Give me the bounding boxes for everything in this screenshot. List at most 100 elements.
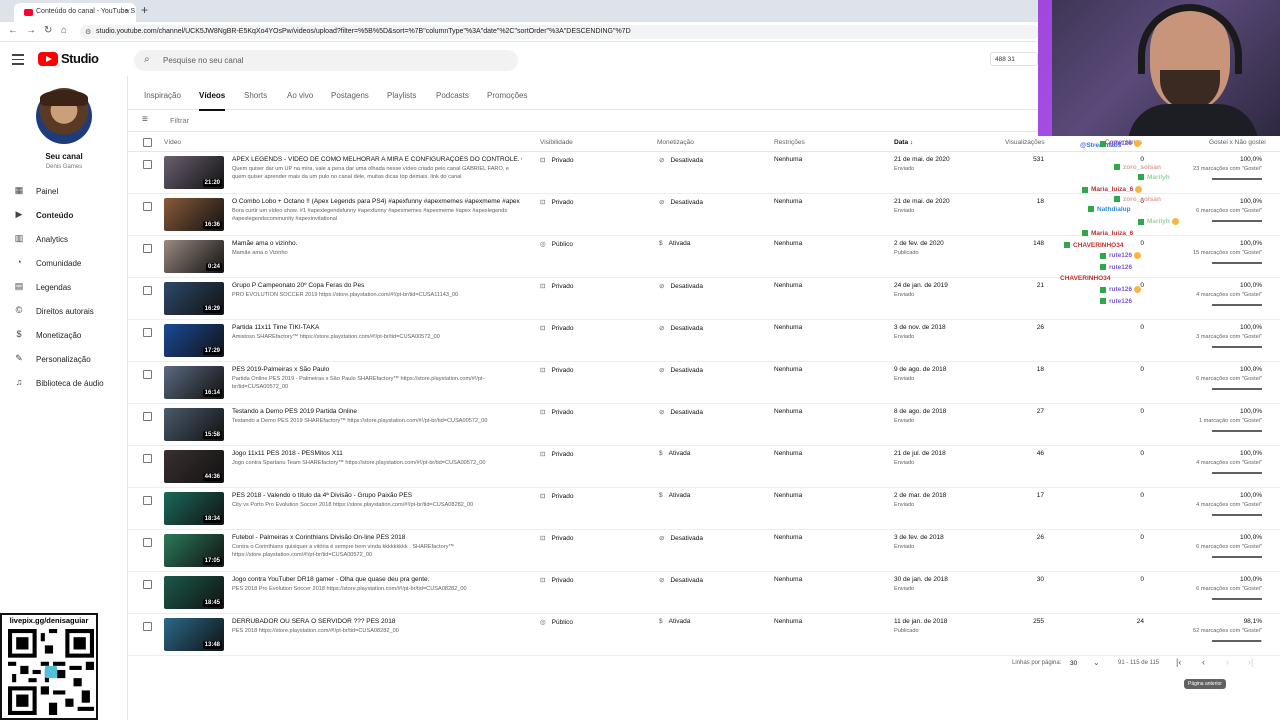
video-thumbnail[interactable]: 21:20 [164, 156, 224, 189]
tab-0[interactable]: Inspiração [144, 91, 181, 100]
filter-icon[interactable]: ≡ [142, 114, 148, 125]
row-checkbox[interactable] [143, 244, 152, 253]
row-checkbox[interactable] [143, 454, 152, 463]
search-input[interactable]: ⌕ Pesquise no seu canal [134, 50, 518, 71]
col-likes[interactable]: Gostei x Não gostei [1209, 139, 1266, 146]
reload-icon[interactable]: ↻ [44, 25, 52, 36]
video-thumbnail[interactable]: 13:48 [164, 618, 224, 651]
sidebar-item-subtitles[interactable]: ▤ Legendas [12, 281, 122, 295]
visibility-cell[interactable]: ⊡ Privado [540, 450, 574, 458]
row-checkbox[interactable] [143, 538, 152, 547]
sidebar-item-audio-library[interactable]: ♫ Biblioteca de áudio [12, 377, 122, 391]
sidebar-item-content[interactable]: ▶ Conteúdo [12, 209, 122, 223]
video-thumbnail[interactable]: 17:29 [164, 324, 224, 357]
video-thumbnail[interactable]: 16:14 [164, 366, 224, 399]
visibility-cell[interactable]: ⊡ Privado [540, 198, 574, 206]
video-title[interactable]: PES 2018 - Valendo o título da 4ª Divisã… [232, 492, 522, 499]
video-thumbnail[interactable]: 0:24 [164, 240, 224, 273]
forward-icon[interactable]: → [26, 25, 36, 36]
home-icon[interactable]: ⌂ [61, 25, 67, 36]
monetization-cell[interactable]: ⊘ Desativada [659, 198, 703, 206]
video-thumbnail[interactable]: 15:58 [164, 408, 224, 441]
tab-1[interactable]: Vídeos [199, 91, 226, 111]
visibility-cell[interactable]: ⊡ Privado [540, 492, 574, 500]
monetization-cell[interactable]: ⊘ Desativada [659, 408, 703, 416]
col-views[interactable]: Visualizações [1005, 139, 1045, 146]
url-field[interactable]: ⚙ studio.youtube.com/channel/UCK5JW8NgBR… [80, 25, 1040, 39]
site-info-icon[interactable]: ⚙ [85, 28, 91, 36]
video-thumbnail[interactable]: 18:34 [164, 492, 224, 525]
video-thumbnail[interactable]: 16:36 [164, 198, 224, 231]
visibility-cell[interactable]: ⊡ Privado [540, 324, 574, 332]
browser-tab[interactable]: Conteúdo do canal - YouTube S × [14, 3, 136, 22]
video-title[interactable]: Jogo contra YouTuber DR18 gamer - Olha q… [232, 576, 522, 583]
sidebar-item-monetization[interactable]: $ Monetização [12, 329, 122, 343]
monetization-cell[interactable]: $ Ativada [659, 240, 690, 247]
select-all-checkbox[interactable] [143, 138, 152, 147]
first-page-icon[interactable]: |‹ [1176, 657, 1181, 667]
video-title[interactable]: APEX LEGENDS - VÍDEO DE COMO MELHORAR A … [232, 156, 522, 163]
tab-7[interactable]: Promoções [487, 91, 527, 100]
menu-icon[interactable] [12, 54, 24, 68]
visibility-cell[interactable]: ⊡ Privado [540, 534, 574, 542]
video-thumbnail[interactable]: 16:29 [164, 282, 224, 315]
video-thumbnail[interactable]: 18:45 [164, 576, 224, 609]
tab-2[interactable]: Shorts [244, 91, 267, 100]
monetization-cell[interactable]: $ Ativada [659, 450, 690, 457]
sidebar-item-analytics[interactable]: ▥ Analytics [12, 233, 122, 247]
video-title[interactable]: Futebol - Palmeiras x CorinthIans Divisã… [232, 534, 522, 541]
visibility-cell[interactable]: ⊡ Privado [540, 576, 574, 584]
video-title[interactable]: DERRUBADOR OU SERÁ O SERVIDOR ??? PES 20… [232, 618, 522, 625]
video-title[interactable]: Partida 11x11 Time TIKI-TAKA [232, 324, 522, 331]
back-icon[interactable]: ← [8, 25, 18, 36]
sidebar-item-customization[interactable]: ✎ Personalização [12, 353, 122, 367]
table-row[interactable]: 44:36 Jogo 11x11 PES 2018 - PESMitos X11 J… [128, 446, 1280, 488]
video-title[interactable]: Grupo P Campeonato 20º Copa Feras do Pes [232, 282, 522, 289]
table-row[interactable]: 17:05 Futebol - Palmeiras x CorinthIans D… [128, 530, 1280, 572]
video-title[interactable]: Testando a Demo PES 2019 Partida Online [232, 408, 522, 415]
row-checkbox[interactable] [143, 412, 152, 421]
monetization-cell[interactable]: ⊘ Desativada [659, 576, 703, 584]
monetization-cell[interactable]: ⊘ Desativada [659, 282, 703, 290]
visibility-cell[interactable]: ◎ Público [540, 618, 573, 626]
row-checkbox[interactable] [143, 328, 152, 337]
row-checkbox[interactable] [143, 286, 152, 295]
last-page-icon[interactable]: ›| [1248, 657, 1253, 667]
realtime-stats[interactable]: 488 31 [990, 52, 1038, 66]
table-row[interactable]: 13:48 DERRUBADOR OU SERÁ O SERVIDOR ??? P… [128, 614, 1280, 656]
monetization-cell[interactable]: ⊘ Desativada [659, 324, 703, 332]
table-row[interactable]: 17:29 Partida 11x11 Time TIKI-TAKA Amistos… [128, 320, 1280, 362]
tab-4[interactable]: Postagens [331, 91, 369, 100]
next-page-icon[interactable]: › [1226, 657, 1229, 667]
sidebar-item-dashboard[interactable]: ▦ Painel [12, 185, 122, 199]
video-title[interactable]: Mamãe ama o vizinho. [232, 240, 522, 247]
video-title[interactable]: PES 2019-Palmeiras x São Paulo [232, 366, 522, 373]
visibility-cell[interactable]: ⊡ Privado [540, 156, 574, 164]
close-tab-icon[interactable]: × [125, 7, 130, 16]
tab-6[interactable]: Podcasts [436, 91, 469, 100]
video-title[interactable]: Jogo 11x11 PES 2018 - PESMitos X11 [232, 450, 522, 457]
row-checkbox[interactable] [143, 580, 152, 589]
visibility-cell[interactable]: ⊡ Privado [540, 366, 574, 374]
previous-page-icon[interactable]: ‹ [1202, 657, 1205, 667]
table-row[interactable]: 18:45 Jogo contra YouTuber DR18 gamer - O… [128, 572, 1280, 614]
sidebar-item-copyright[interactable]: © Direitos autorais [12, 305, 122, 319]
visibility-cell[interactable]: ⊡ Privado [540, 408, 574, 416]
monetization-cell[interactable]: $ Ativada [659, 492, 690, 499]
monetization-cell[interactable]: $ Ativada [659, 618, 690, 625]
visibility-cell[interactable]: ◎ Público [540, 240, 573, 248]
sidebar-item-community[interactable]: ◔ Comunidade [12, 257, 122, 271]
table-row[interactable]: 18:34 PES 2018 - Valendo o título da 4ª D… [128, 488, 1280, 530]
channel-avatar[interactable] [36, 88, 92, 144]
row-checkbox[interactable] [143, 202, 152, 211]
table-row[interactable]: 16:14 PES 2019-Palmeiras x São Paulo Parti… [128, 362, 1280, 404]
monetization-cell[interactable]: ⊘ Desativada [659, 366, 703, 374]
monetization-cell[interactable]: ⊘ Desativada [659, 534, 703, 542]
video-title[interactable]: O Combo Lobo + Octano !! (Apex Legends p… [232, 198, 522, 205]
row-checkbox[interactable] [143, 622, 152, 631]
rows-per-page-select[interactable]: 30 [1070, 660, 1077, 667]
video-thumbnail[interactable]: 44:36 [164, 450, 224, 483]
tab-5[interactable]: Playlists [387, 91, 416, 100]
row-checkbox[interactable] [143, 496, 152, 505]
row-checkbox[interactable] [143, 160, 152, 169]
